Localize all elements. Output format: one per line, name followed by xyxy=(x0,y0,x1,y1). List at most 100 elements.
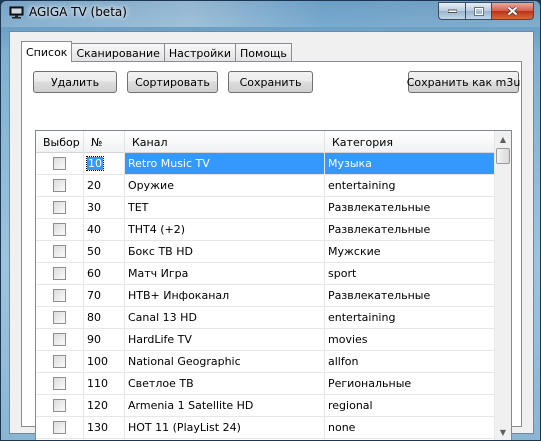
channel-number[interactable]: 110 xyxy=(84,373,125,394)
tab-scanning[interactable]: Сканирование xyxy=(71,43,165,62)
table-row[interactable]: 20 Оружие entertaining xyxy=(36,175,495,197)
row-checkbox[interactable] xyxy=(53,399,66,412)
table-row[interactable]: 100 National Geographic allfon xyxy=(36,351,495,373)
channel-name[interactable]: ТНТ4 (+2) xyxy=(125,219,325,240)
vertical-scrollbar[interactable]: ▲ ▼ xyxy=(494,131,511,440)
channel-category[interactable]: Региональные xyxy=(325,373,495,394)
channel-name[interactable]: National Geographic xyxy=(125,351,325,372)
save-button[interactable]: Сохранить xyxy=(228,71,313,93)
row-checkbox[interactable] xyxy=(53,201,66,214)
channel-number[interactable]: 70 xyxy=(84,285,125,306)
table-body: 10 Retro Music TV Музыка 20 Оружие enter… xyxy=(36,153,495,439)
select-cell xyxy=(36,153,84,174)
table-header: Выбор № Канал Категория xyxy=(36,131,495,153)
tab-settings[interactable]: Настройки xyxy=(163,43,237,62)
scroll-down-icon[interactable]: ▼ xyxy=(495,424,511,440)
header-number[interactable]: № xyxy=(84,131,125,153)
channel-number[interactable]: 30 xyxy=(84,197,125,218)
row-checkbox[interactable] xyxy=(53,421,66,434)
row-checkbox[interactable] xyxy=(53,355,66,368)
channel-number[interactable]: 40 xyxy=(84,219,125,240)
table-row[interactable]: 10 Retro Music TV Музыка xyxy=(36,153,495,175)
channel-number[interactable]: 100 xyxy=(84,351,125,372)
table-row[interactable]: 70 НТВ+ Инфоканал Развлекательные xyxy=(36,285,495,307)
channel-number[interactable]: 20 xyxy=(84,175,125,196)
caption-buttons xyxy=(438,2,534,20)
table-row[interactable]: 130 HOT 11 (PlayList 24) none xyxy=(36,417,495,439)
channel-category[interactable]: Музыка xyxy=(325,153,495,174)
header-channel[interactable]: Канал xyxy=(125,131,325,153)
channel-category[interactable]: none xyxy=(325,417,495,438)
table-row[interactable]: 120 Armenia 1 Satellite HD regional xyxy=(36,395,495,417)
channel-name[interactable]: HOT 11 (PlayList 24) xyxy=(125,417,325,438)
channel-table[interactable]: Выбор № Канал Категория 10 Retro Music T… xyxy=(35,130,512,440)
scroll-up-icon[interactable]: ▲ xyxy=(495,131,511,148)
channel-category[interactable]: entertaining xyxy=(325,307,495,328)
row-checkbox[interactable] xyxy=(53,223,66,236)
channel-number[interactable]: 50 xyxy=(84,241,125,262)
row-checkbox[interactable] xyxy=(53,179,66,192)
channel-name[interactable]: Матч Игра xyxy=(125,263,325,284)
tab-strip: Список Сканирование Настройки Помощь xyxy=(21,41,292,62)
title-bar[interactable]: AGIGA TV (beta) xyxy=(1,1,540,27)
channel-number[interactable]: 90 xyxy=(84,329,125,350)
channel-name[interactable]: Оружие xyxy=(125,175,325,196)
tab-help[interactable]: Помощь xyxy=(235,43,292,62)
channel-number[interactable]: 60 xyxy=(84,263,125,284)
select-cell xyxy=(36,197,84,218)
row-checkbox[interactable] xyxy=(53,157,66,170)
channel-category[interactable]: allfon xyxy=(325,351,495,372)
select-cell xyxy=(36,395,84,416)
row-checkbox[interactable] xyxy=(53,333,66,346)
scrollbar-thumb[interactable] xyxy=(496,148,510,164)
row-checkbox[interactable] xyxy=(53,289,66,302)
maximize-button[interactable] xyxy=(465,2,491,20)
channel-name[interactable]: HardLife TV xyxy=(125,329,325,350)
table-row[interactable]: 30 ТЕТ Развлекательные xyxy=(36,197,495,219)
row-checkbox[interactable] xyxy=(53,377,66,390)
channel-number[interactable]: 130 xyxy=(84,417,125,438)
channel-name[interactable]: Светлое ТВ xyxy=(125,373,325,394)
select-cell xyxy=(36,417,84,438)
channel-number[interactable]: 10 xyxy=(86,156,104,171)
header-category[interactable]: Категория xyxy=(325,131,495,153)
select-cell xyxy=(36,241,84,262)
minimize-button[interactable] xyxy=(438,2,465,20)
select-cell xyxy=(36,175,84,196)
save-as-m3u-button[interactable]: Сохранить как m3u xyxy=(407,71,520,93)
channel-category[interactable]: Развлекательные xyxy=(325,285,495,306)
table-row[interactable]: 110 Светлое ТВ Региональные xyxy=(36,373,495,395)
channel-name[interactable]: Бокс ТВ HD xyxy=(125,241,325,262)
channel-number[interactable]: 120 xyxy=(84,395,125,416)
select-cell xyxy=(36,285,84,306)
table-row[interactable]: 90 HardLife TV movies xyxy=(36,329,495,351)
row-checkbox[interactable] xyxy=(53,267,66,280)
table-row[interactable]: 60 Матч Игра sport xyxy=(36,263,495,285)
channel-category[interactable]: entertaining xyxy=(325,175,495,196)
channel-number[interactable]: 80 xyxy=(84,307,125,328)
channel-name[interactable]: Canal 13 HD xyxy=(125,307,325,328)
row-checkbox[interactable] xyxy=(53,245,66,258)
row-checkbox[interactable] xyxy=(53,311,66,324)
channel-category[interactable]: Развлекательные xyxy=(325,197,495,218)
tab-list[interactable]: Список xyxy=(21,41,73,62)
list-tab-panel: Удалить Сортировать Сохранить Сохранить … xyxy=(21,61,522,440)
table-row[interactable]: 50 Бокс ТВ HD Мужские xyxy=(36,241,495,263)
delete-button[interactable]: Удалить xyxy=(33,71,117,93)
select-cell xyxy=(36,263,84,284)
channel-name[interactable]: Armenia 1 Satellite HD xyxy=(125,395,325,416)
header-select[interactable]: Выбор xyxy=(36,131,84,153)
channel-name[interactable]: ТЕТ xyxy=(125,197,325,218)
close-button[interactable] xyxy=(491,2,534,20)
channel-category[interactable]: Мужские xyxy=(325,241,495,262)
sort-button[interactable]: Сортировать xyxy=(127,71,218,93)
channel-category[interactable]: Развлекательные xyxy=(325,219,495,240)
channel-category[interactable]: movies xyxy=(325,329,495,350)
channel-category[interactable]: regional xyxy=(325,395,495,416)
table-row[interactable]: 80 Canal 13 HD entertaining xyxy=(36,307,495,329)
channel-name[interactable]: Retro Music TV xyxy=(125,153,325,174)
number-cell[interactable]: 10 xyxy=(84,153,125,174)
channel-category[interactable]: sport xyxy=(325,263,495,284)
table-row[interactable]: 40 ТНТ4 (+2) Развлекательные xyxy=(36,219,495,241)
channel-name[interactable]: НТВ+ Инфоканал xyxy=(125,285,325,306)
